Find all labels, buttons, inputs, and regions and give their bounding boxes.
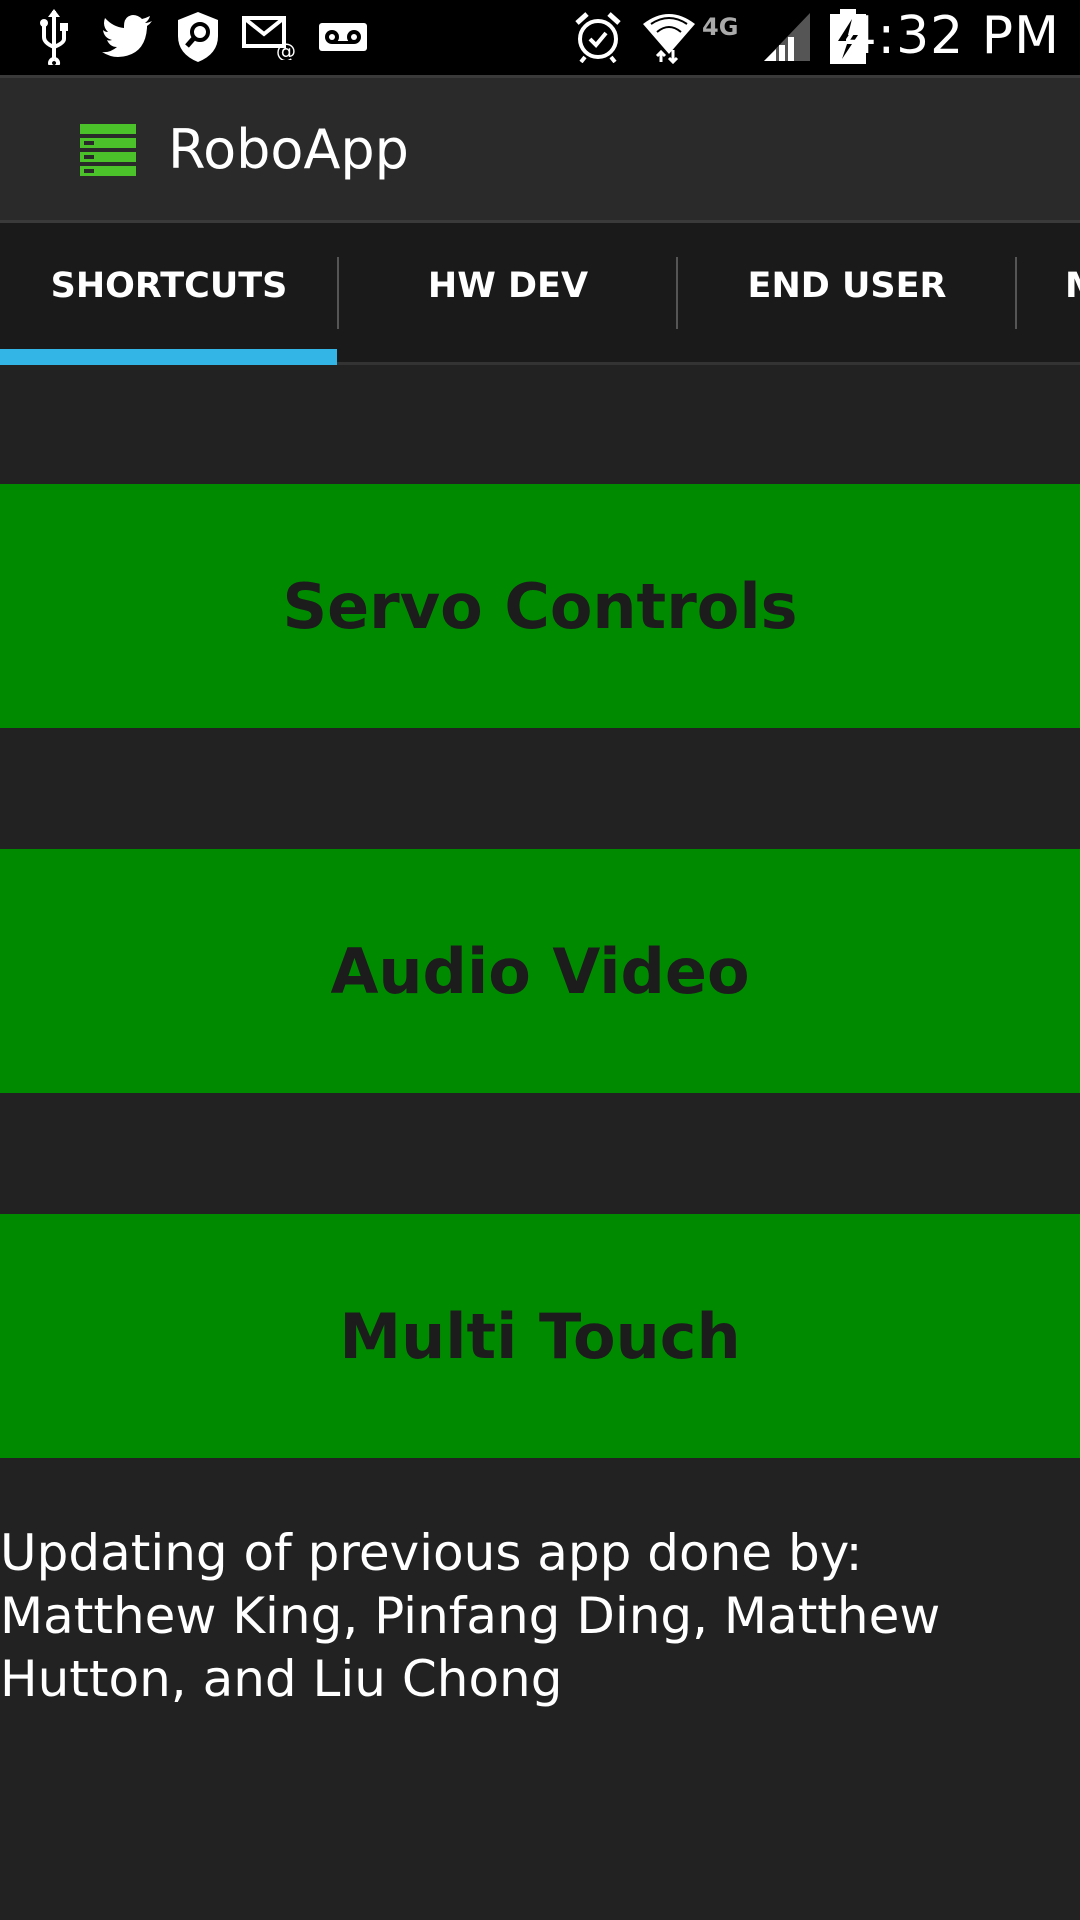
credits-text: Updating of previous app done by: Matthe… (0, 1524, 941, 1708)
multi-touch-button[interactable]: Multi Touch (0, 1214, 1080, 1458)
signal-icon (762, 8, 812, 66)
wifi-icon (640, 8, 698, 66)
status-bar: @ 4G 4:32 PM (0, 0, 1080, 75)
tab-bar: SHORTCUTS HW DEV END USER M (0, 220, 1080, 365)
tab-shortcuts[interactable]: SHORTCUTS (0, 223, 338, 365)
voicemail-icon (318, 8, 368, 66)
alarm-icon (572, 8, 624, 66)
tab-more[interactable]: M (1017, 223, 1080, 365)
usb-icon (30, 8, 78, 66)
servo-controls-button[interactable]: Servo Controls (0, 484, 1080, 728)
shield-search-icon (174, 8, 222, 66)
svg-text:@: @ (276, 39, 296, 60)
twitter-icon (100, 8, 156, 66)
status-time: 4:32 PM (843, 6, 1060, 66)
tab-hw-dev[interactable]: HW DEV (339, 223, 677, 365)
tab-end-user[interactable]: END USER (678, 223, 1016, 365)
lte-icon: 4G (702, 13, 739, 41)
robot-app-icon[interactable] (80, 124, 136, 176)
email-at-icon: @ (242, 8, 298, 66)
action-bar: RoboApp (0, 75, 1080, 223)
app-title: RoboApp (168, 118, 409, 181)
tab-selected-indicator (0, 349, 337, 365)
audio-video-button[interactable]: Audio Video (0, 849, 1080, 1093)
